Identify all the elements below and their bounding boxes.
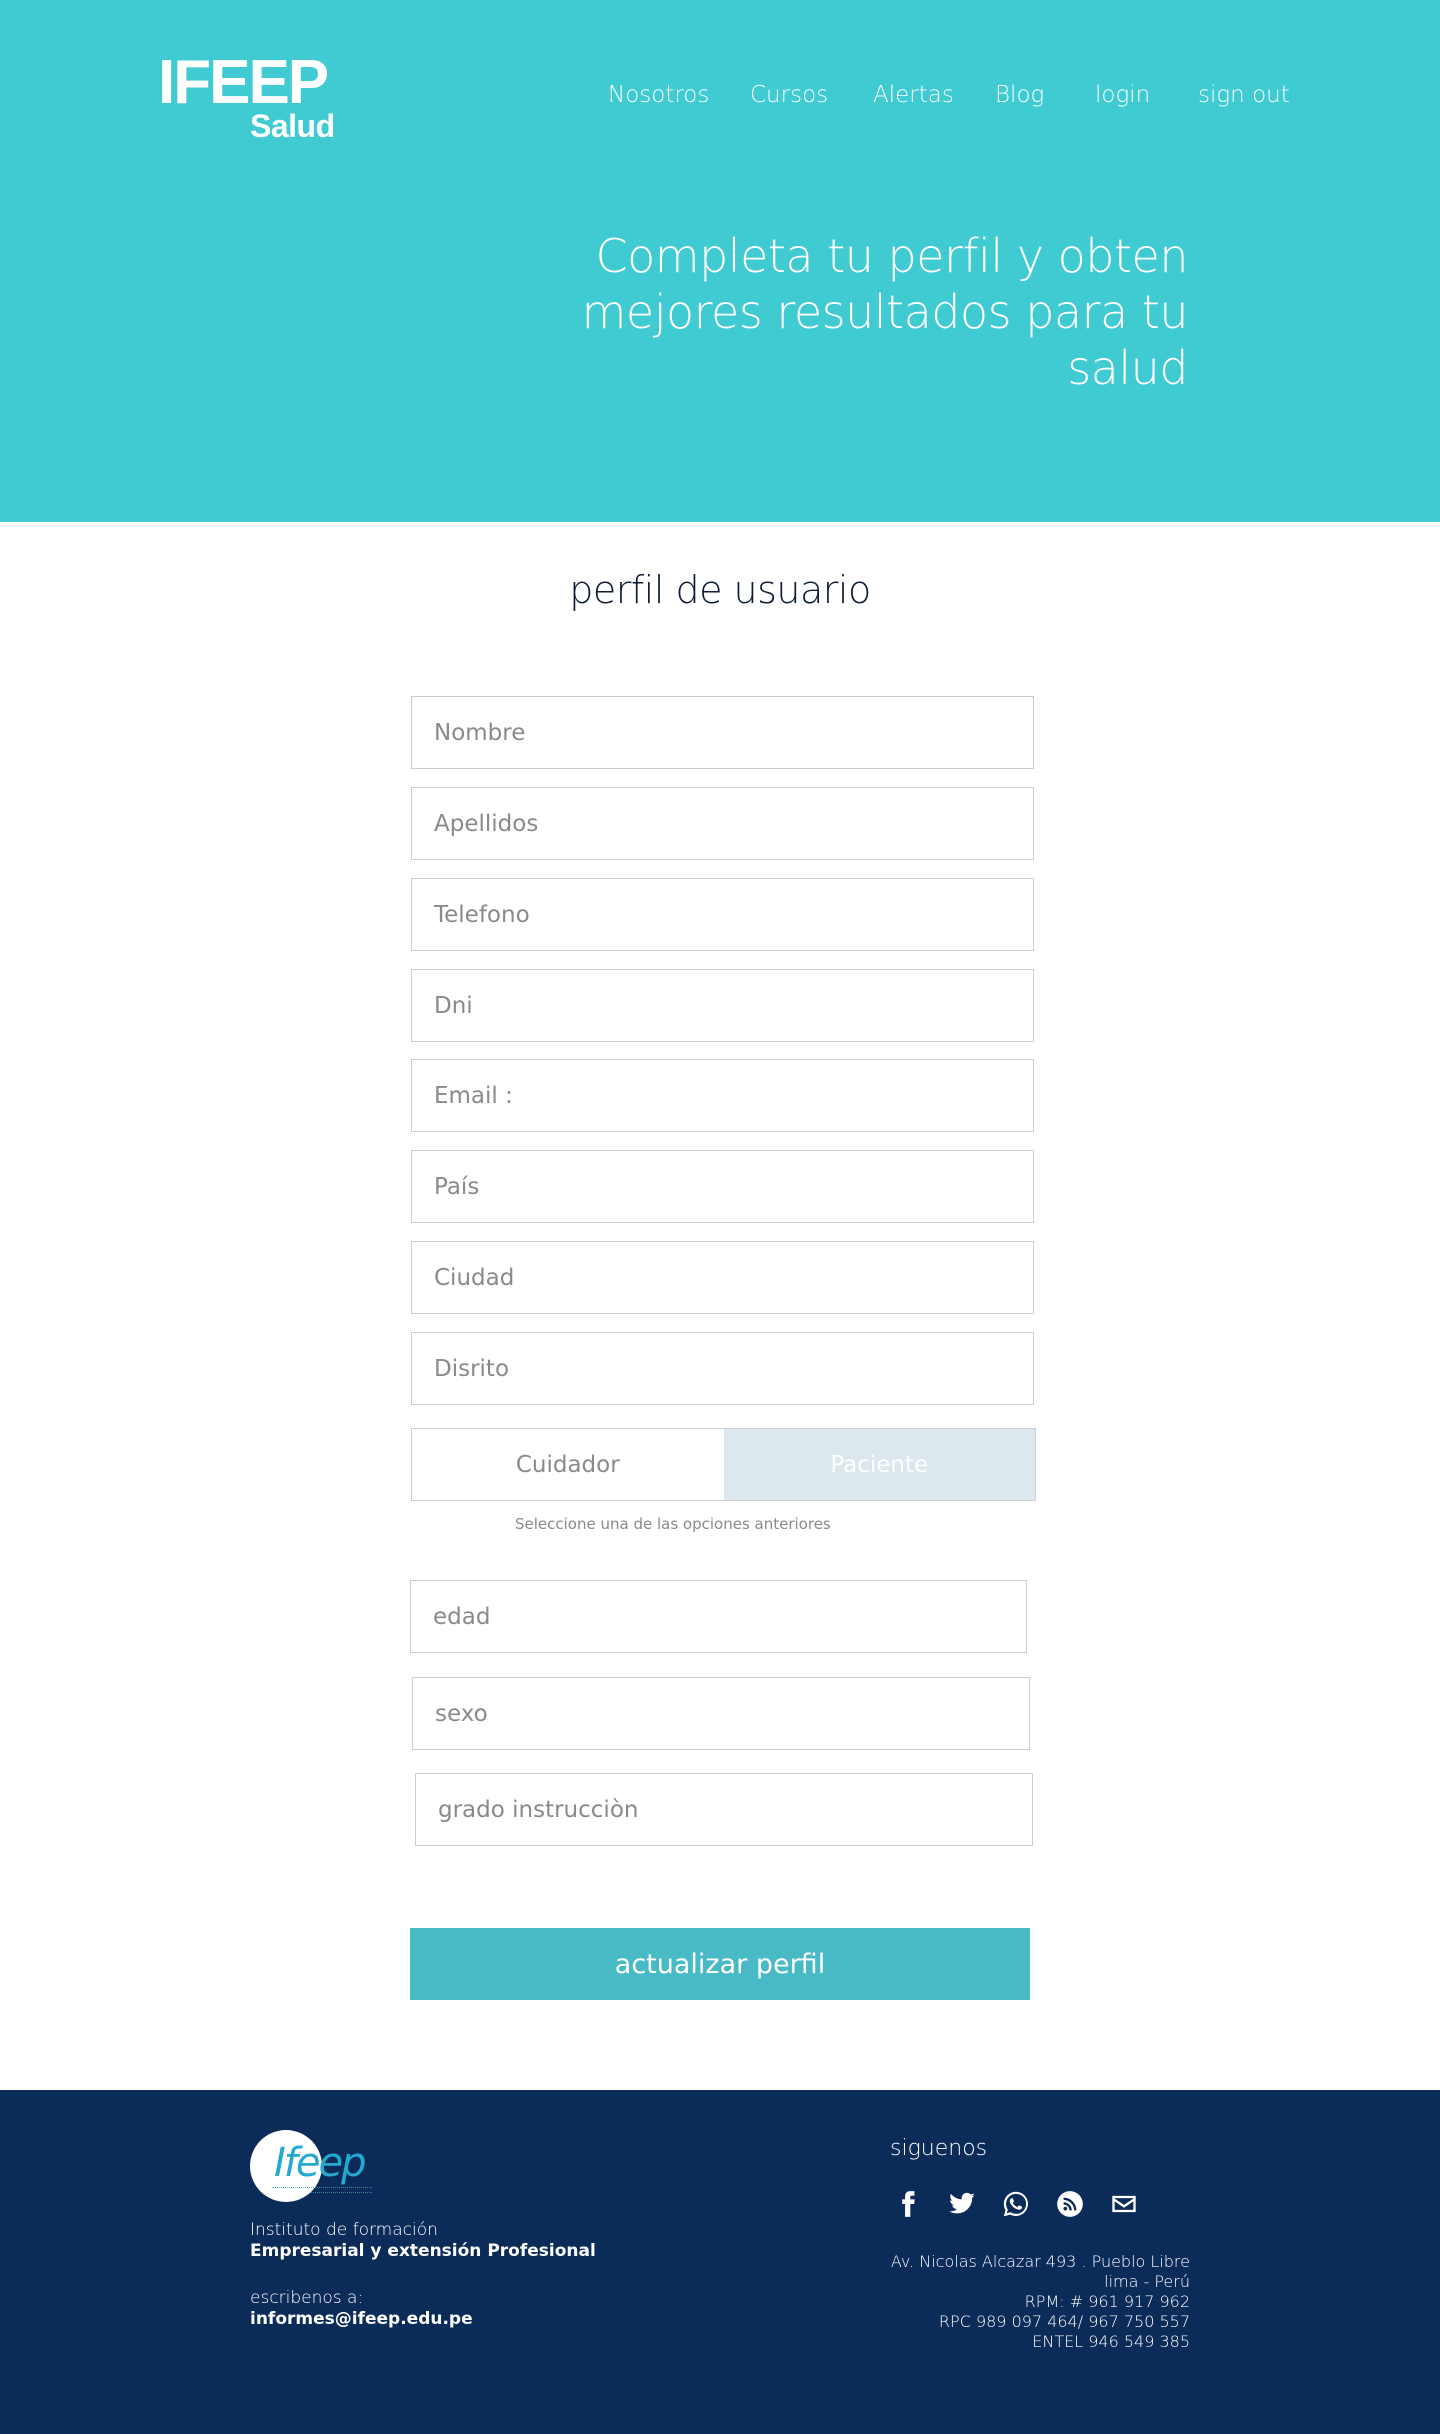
follow-label: siguenos [890, 2136, 988, 2161]
sexo-field[interactable] [412, 1677, 1030, 1750]
form-title: perfil de usuario [569, 568, 871, 612]
nav-link-alertas[interactable]: Alertas [873, 80, 954, 110]
main-nav: Nosotros Cursos Alertas Blog login sign … [0, 80, 1440, 110]
logo-tagline-decoration-2 [310, 2192, 372, 2194]
rpc-phone: RPC 989 097 464/ 967 750 557 [938, 2312, 1190, 2331]
pais-field[interactable] [411, 1150, 1034, 1223]
logo-tagline-decoration [272, 2187, 372, 2189]
nav-link-cursos[interactable]: Cursos [750, 80, 828, 110]
entel-phone: ENTEL 946 549 385 [1032, 2332, 1190, 2351]
role-option-paciente[interactable]: Paciente [723, 1429, 1035, 1500]
facebook-icon[interactable] [892, 2188, 924, 2220]
edad-field[interactable] [410, 1580, 1027, 1653]
footer-address: Av. Nicolas Alcazar 493 . Pueblo Libre l… [891, 2252, 1190, 2352]
rpm-phone: RPM: # 961 917 962 [1024, 2292, 1190, 2311]
hero-title-line-3: salud [1067, 341, 1188, 395]
mail-icon[interactable] [1108, 2188, 1140, 2220]
dni-field[interactable] [411, 969, 1034, 1042]
address-city: lima - Perú [1104, 2272, 1190, 2291]
email-field[interactable] [411, 1059, 1034, 1132]
institute-line-2: Empresarial y extensión Profesional [250, 2241, 596, 2261]
hero-title-line-2: mejores resultados para tu [581, 285, 1189, 339]
rss-icon[interactable] [1054, 2188, 1086, 2220]
distrito-field[interactable] [411, 1332, 1034, 1405]
nav-link-login[interactable]: login [1095, 80, 1150, 110]
footer-email-link[interactable]: informes@ifeep.edu.pe [250, 2309, 596, 2330]
nav-link-blog[interactable]: Blog [995, 80, 1044, 110]
footer-logo-text: Ifeep [274, 2140, 366, 2186]
hero-title: Completa tu perfil y obten mejores resul… [548, 228, 1189, 396]
role-toggle: Cuidador Paciente [411, 1428, 1036, 1501]
hero-title-line-1: Completa tu perfil y obten [595, 229, 1189, 283]
nav-link-nosotros[interactable]: Nosotros [608, 80, 709, 110]
logo-sub-text: Salud [250, 108, 335, 144]
twitter-icon[interactable] [946, 2188, 978, 2220]
institute-line-1: Instituto de formación [250, 2220, 438, 2240]
write-label: escribenos a: [250, 2288, 364, 2308]
update-profile-button[interactable]: actualizar perfil [410, 1928, 1030, 2000]
whatsapp-icon[interactable] [1000, 2188, 1032, 2220]
nombre-field[interactable] [411, 696, 1034, 769]
role-toggle-hint: Seleccione una de las opciones anteriore… [515, 1515, 831, 1533]
address-line: Av. Nicolas Alcazar 493 . Pueblo Libre [890, 2252, 1190, 2271]
site-footer: Ifeep Instituto de formación Empresarial… [0, 2090, 1440, 2434]
nav-link-sign-out[interactable]: sign out [1198, 80, 1290, 110]
apellidos-field[interactable] [411, 787, 1034, 860]
footer-institute-info: Instituto de formación Empresarial y ext… [250, 2220, 596, 2330]
social-icons [892, 2188, 1140, 2220]
role-option-cuidador[interactable]: Cuidador [412, 1429, 724, 1500]
hero-header: IFEEP Salud Nosotros Cursos Alertas Blog… [0, 0, 1440, 522]
ciudad-field[interactable] [411, 1241, 1034, 1314]
ifeep-footer-logo[interactable]: Ifeep [250, 2130, 372, 2210]
telefono-field[interactable] [411, 878, 1034, 951]
grado-instruccion-field[interactable] [415, 1773, 1033, 1846]
